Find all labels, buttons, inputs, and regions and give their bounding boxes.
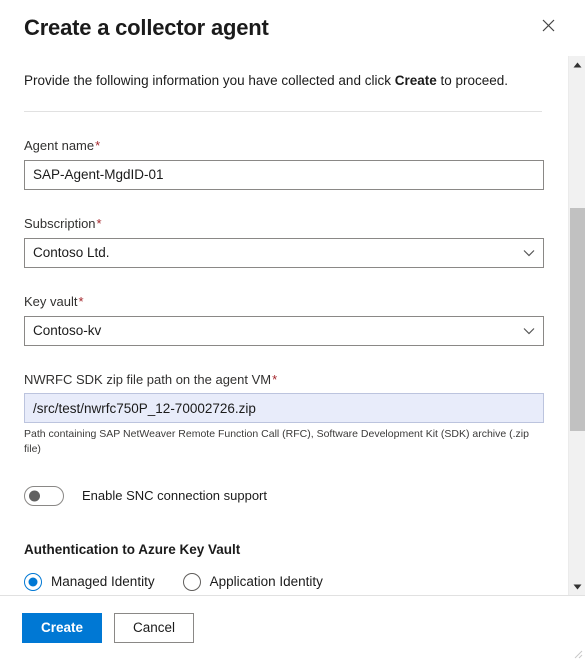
create-collector-agent-dialog: Create a collector agent Provide the fol… [0, 0, 585, 661]
radio-application-identity[interactable]: Application Identity [182, 572, 323, 591]
snc-toggle-label: Enable SNC connection support [82, 488, 268, 504]
nwrfc-path-label: NWRFC SDK zip file path on the agent VM* [24, 372, 542, 389]
required-marker: * [272, 371, 278, 387]
key-vault-select[interactable]: Contoso-kv [24, 315, 544, 346]
close-glyph [542, 19, 554, 31]
authentication-radio-group: Managed Identity Application Identity [24, 572, 542, 591]
key-vault-label-text: Key vault [24, 293, 78, 309]
snc-toggle-row: Enable SNC connection support [24, 485, 542, 506]
radio-application-identity-indicator [182, 572, 201, 591]
intro-suffix: to proceed. [436, 73, 509, 88]
form-content: Provide the following information you ha… [0, 56, 566, 595]
subscription-label-text: Subscription [24, 215, 96, 231]
key-vault-select-wrap: Contoso-kv [24, 315, 544, 346]
required-marker: * [96, 215, 102, 231]
toggle-knob [29, 490, 40, 502]
intro-text: Provide the following information you ha… [24, 56, 542, 91]
nwrfc-path-helper-text: Path containing SAP NetWeaver Remote Fun… [24, 428, 529, 455]
scrollbar-thumb[interactable] [570, 208, 585, 431]
required-marker: * [95, 137, 101, 153]
field-nwrfc-sdk-path: NWRFC SDK zip file path on the agent VM*… [24, 372, 544, 456]
authentication-heading: Authentication to Azure Key Vault [24, 541, 241, 557]
close-icon[interactable] [533, 10, 563, 40]
footer-buttons: Create Cancel [0, 596, 585, 643]
agent-name-label-text: Agent name [24, 137, 95, 153]
dialog-titlebar: Create a collector agent [0, 0, 585, 56]
vertical-scrollbar[interactable] [568, 56, 585, 595]
cancel-button[interactable]: Cancel [114, 613, 194, 643]
subscription-select-wrap: Contoso Ltd. [24, 237, 544, 268]
radio-managed-identity-indicator [24, 572, 42, 591]
field-key-vault: Key vault* Contoso-kv [24, 294, 544, 346]
agent-name-input[interactable] [24, 159, 544, 190]
agent-name-label: Agent name* [24, 138, 542, 155]
header-divider [24, 110, 542, 112]
intro-bold: Create [394, 73, 437, 88]
create-button[interactable]: Create [22, 613, 102, 643]
radio-managed-identity-label: Managed Identity [51, 574, 155, 590]
radio-managed-identity[interactable]: Managed Identity [24, 572, 155, 591]
required-marker: * [78, 293, 84, 309]
nwrfc-path-input[interactable] [24, 393, 544, 424]
resize-grip-icon [574, 650, 583, 659]
scroll-up-arrow-icon[interactable] [569, 56, 585, 73]
field-subscription: Subscription* Contoso Ltd. [24, 216, 544, 268]
field-agent-name: Agent name* [24, 138, 544, 190]
dialog-footer: Create Cancel [0, 595, 585, 661]
key-vault-label: Key vault* [24, 294, 542, 311]
scroll-down-arrow-icon[interactable] [569, 578, 585, 595]
snc-connection-toggle[interactable] [24, 485, 64, 506]
subscription-label: Subscription* [24, 216, 542, 233]
subscription-select[interactable]: Contoso Ltd. [24, 237, 544, 268]
intro-prefix: Provide the following information you ha… [24, 73, 395, 88]
dialog-body: Provide the following information you ha… [0, 56, 585, 595]
page-title: Create a collector agent [24, 14, 269, 40]
radio-application-identity-label: Application Identity [209, 574, 323, 590]
nwrfc-path-label-text: NWRFC SDK zip file path on the agent VM [24, 371, 272, 387]
